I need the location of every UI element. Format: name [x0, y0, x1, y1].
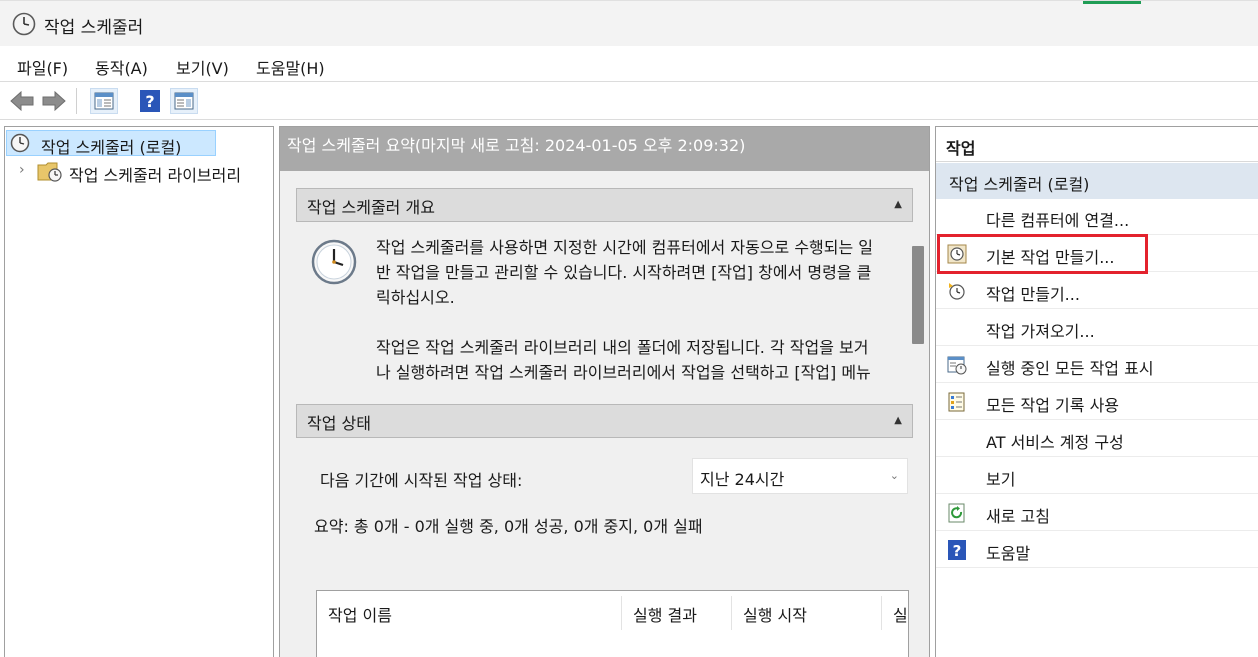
- status-body: 다음 기간에 시작된 작업 상태: 지난 24시간 ⌄ 요약: 총 0개 - 0…: [296, 442, 913, 657]
- action-refresh[interactable]: 새로 고침: [936, 495, 1258, 531]
- action-help[interactable]: ? 도움말: [936, 532, 1258, 568]
- overview-body: 작업 스케줄러를 사용하면 지정한 시간에 컴퓨터에서 자동으로 수행되는 일반…: [296, 224, 912, 387]
- title-bar: 작업 스케줄러: [0, 0, 1258, 46]
- menu-view[interactable]: 보기(V): [176, 55, 229, 79]
- toolbar: ?: [0, 82, 1258, 120]
- action-view[interactable]: 보기: [936, 458, 1258, 494]
- collapse-caret-icon[interactable]: ▲: [894, 415, 902, 426]
- status-summary: 요약: 총 0개 - 0개 실행 중, 0개 성공, 0개 중지, 0개 실패: [314, 517, 703, 536]
- help-button[interactable]: ?: [136, 88, 164, 114]
- forward-button[interactable]: [40, 88, 68, 114]
- menu-help[interactable]: 도움말(H): [256, 55, 325, 79]
- period-label: 다음 기간에 시작된 작업 상태:: [320, 471, 523, 490]
- toolbar-separator: [76, 88, 77, 114]
- column-header-run-result[interactable]: 실행 결과: [622, 591, 732, 633]
- overview-scrollbar[interactable]: [912, 246, 924, 344]
- actions-pane: 작업 작업 스케줄러 (로컬) 다른 컴퓨터에 연결... 기본 작업 만들기.…: [935, 126, 1258, 657]
- actions-section-header[interactable]: 작업 스케줄러 (로컬): [936, 163, 1258, 199]
- action-import-task[interactable]: 작업 가져오기...: [936, 310, 1258, 346]
- console-tree: 작업 스케줄러 (로컬) › 작업 스케줄러 라이브러리: [4, 126, 274, 657]
- menu-bar: 파일(F) 동작(A) 보기(V) 도움말(H): [0, 46, 1258, 82]
- task-scheduler-clock-icon: [12, 12, 36, 36]
- window-accent: [1083, 1, 1141, 4]
- create-task-icon: [949, 283, 965, 300]
- task-history-icon: [948, 392, 965, 412]
- actions-section-title: 작업 스케줄러 (로컬): [949, 175, 1090, 194]
- help-icon: ?: [948, 540, 966, 560]
- menu-action[interactable]: 동작(A): [95, 55, 148, 79]
- refresh-icon: [948, 503, 965, 523]
- back-button[interactable]: [8, 88, 36, 114]
- help-icon: ?: [140, 90, 160, 112]
- summary-title: 작업 스케줄러 요약(마지막 새로 고침: 2024-01-05 오후 2:09…: [287, 136, 746, 155]
- action-display-running-tasks[interactable]: 실행 중인 모든 작업 표시: [936, 347, 1258, 383]
- action-enable-all-tasks-history[interactable]: 모든 작업 기록 사용: [936, 384, 1258, 420]
- back-arrow-icon: [10, 90, 34, 112]
- show-hide-console-tree-icon: [94, 92, 114, 110]
- summary-header: 작업 스케줄러 요약(마지막 새로 고침: 2024-01-05 오후 2:09…: [280, 127, 929, 171]
- overview-title: 작업 스케줄러 개요: [307, 198, 435, 217]
- actions-title: 작업: [946, 139, 976, 158]
- chevron-right-icon[interactable]: ›: [19, 162, 25, 178]
- tree-item-label: 작업 스케줄러 라이브러리: [69, 166, 242, 185]
- status-title: 작업 상태: [307, 414, 371, 433]
- folder-clock-icon: [37, 162, 62, 182]
- highlight-box: [937, 234, 1148, 274]
- tree-item-task-scheduler-local[interactable]: 작업 스케줄러 (로컬): [6, 130, 216, 157]
- overview-paragraph-2: 작업은 작업 스케줄러 라이브러리 내의 폴더에 저장됩니다. 각 작업을 보거…: [376, 338, 871, 382]
- actions-header: 작업: [936, 127, 1258, 162]
- collapse-caret-icon[interactable]: ▲: [894, 199, 902, 210]
- menu-file[interactable]: 파일(F): [17, 55, 68, 79]
- overview-section-header[interactable]: 작업 스케줄러 개요 ▲: [296, 188, 913, 222]
- show-hide-action-pane-icon: [174, 92, 194, 110]
- tree-item-label: 작업 스케줄러 (로컬): [41, 138, 182, 157]
- period-select[interactable]: 지난 24시간 ⌄: [692, 458, 908, 494]
- task-status-table: 작업 이름 실행 결과 실행 시작 실: [316, 590, 909, 657]
- show-hide-action-pane-button[interactable]: [170, 88, 198, 114]
- action-connect-another-computer[interactable]: 다른 컴퓨터에 연결...: [936, 199, 1258, 235]
- column-header-run-end[interactable]: 실: [882, 591, 908, 633]
- period-value: 지난 24시간: [700, 470, 785, 489]
- svg-text:?: ?: [953, 542, 962, 560]
- overview-paragraph-1: 작업 스케줄러를 사용하면 지정한 시간에 컴퓨터에서 자동으로 수행되는 일반…: [376, 238, 874, 307]
- forward-arrow-icon: [42, 90, 66, 112]
- action-at-service-account-config[interactable]: AT 서비스 계정 구성: [936, 421, 1258, 457]
- column-header-task-name[interactable]: 작업 이름: [317, 591, 622, 633]
- show-hide-console-tree-button[interactable]: [90, 88, 118, 114]
- column-header-run-start[interactable]: 실행 시작: [732, 591, 882, 633]
- action-create-task[interactable]: 작업 만들기...: [936, 273, 1258, 309]
- clock-icon: [10, 133, 30, 153]
- running-tasks-icon: [947, 356, 967, 375]
- task-scheduler-clock-icon: [311, 239, 357, 285]
- svg-text:?: ?: [145, 92, 154, 111]
- summary-pane: 작업 스케줄러 요약(마지막 새로 고침: 2024-01-05 오후 2:09…: [279, 126, 930, 657]
- tree-item-task-scheduler-library[interactable]: › 작업 스케줄러 라이브러리: [5, 159, 273, 185]
- window-title: 작업 스케줄러: [44, 18, 144, 38]
- status-section-header[interactable]: 작업 상태 ▲: [296, 404, 913, 438]
- chevron-down-icon: ⌄: [889, 469, 899, 482]
